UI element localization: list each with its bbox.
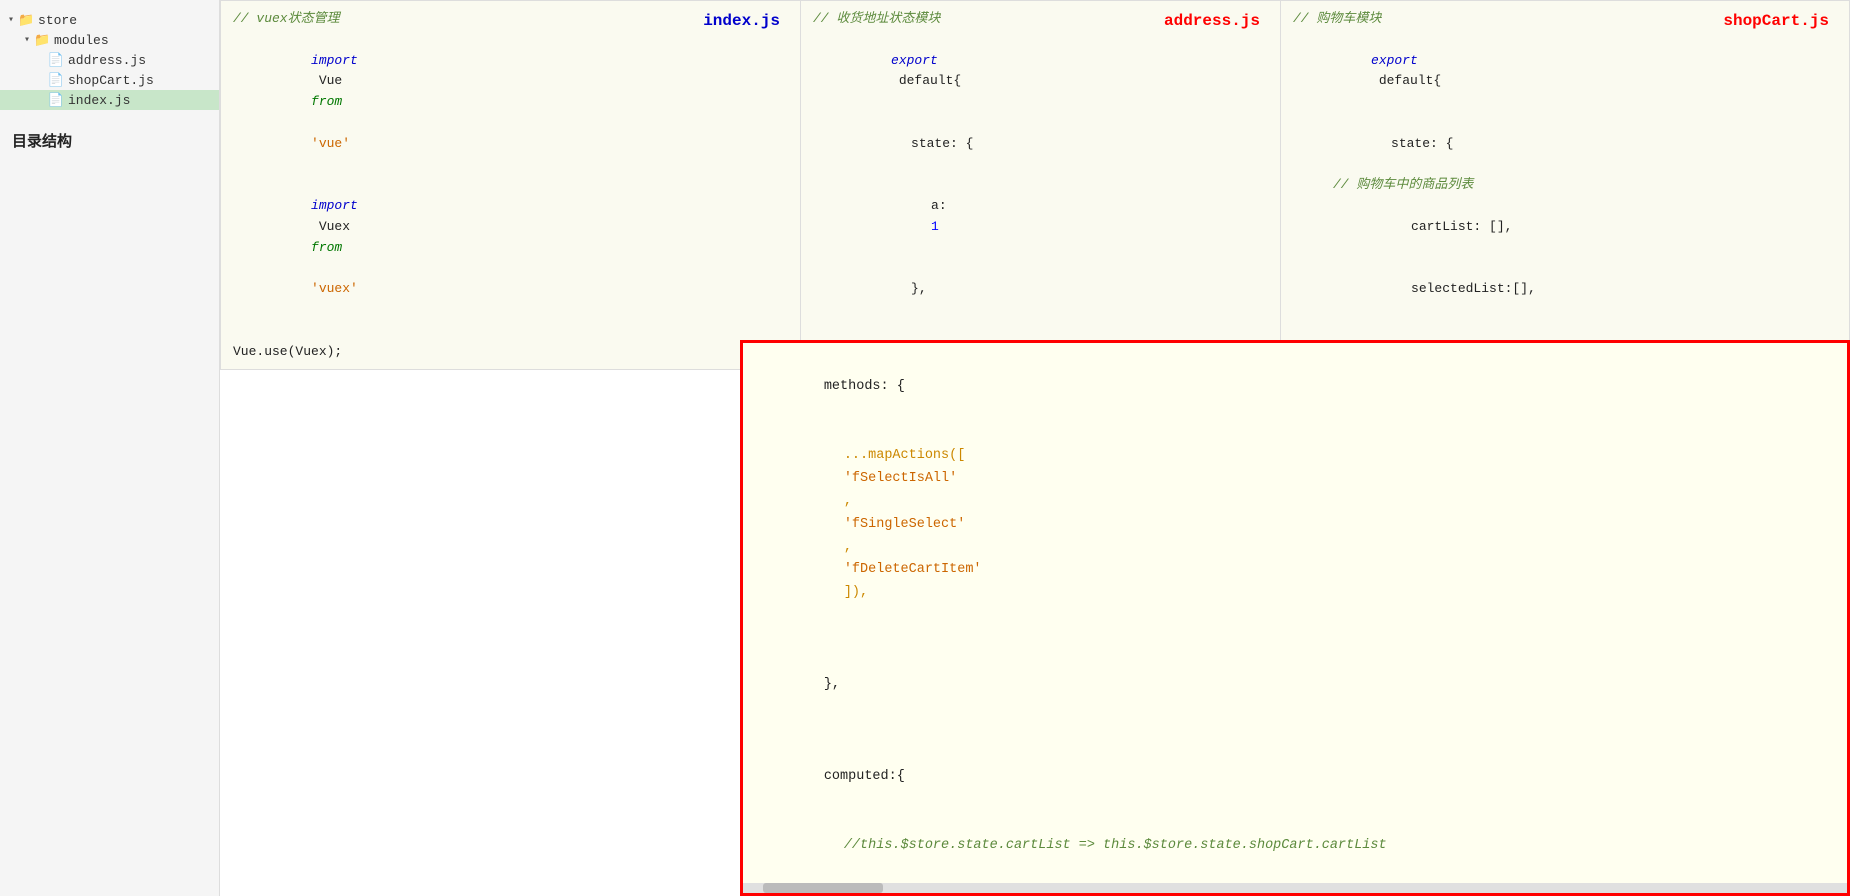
addr-line-2: export default{	[813, 30, 1268, 113]
sc-cartlist-t: cartList: [],	[1411, 219, 1512, 234]
bp-blank2	[759, 720, 1831, 743]
code-area: index.js // vuex状态管理 import Vue from 'vu…	[220, 0, 1850, 896]
bottom-panel: methods: { ...mapActions([ 'fSelectIsAll…	[740, 340, 1850, 896]
addr-state-close-t: },	[911, 281, 927, 296]
bp-mapactions-close: ]),	[844, 585, 868, 600]
sc-default-t: default{	[1371, 73, 1441, 88]
main-layout: ▾ 📁 store ▾ 📁 modules 📄 address.js 📄 sho…	[0, 0, 1850, 896]
index-line-blank2	[233, 363, 788, 370]
sidebar-item-index[interactable]: 📄 index.js	[0, 90, 219, 110]
bp-mapactions-t: ...mapActions([	[844, 448, 966, 463]
index-label: index.js	[68, 93, 130, 108]
addr-state-close: },	[813, 259, 1268, 321]
addr-state: state: {	[813, 113, 1268, 175]
addr-state-text: state: {	[911, 136, 973, 151]
shopcart-file-icon: 📄	[48, 72, 64, 88]
bp-computed-t: computed:{	[824, 769, 905, 784]
bp-comment: //this.$store.state.cartList => this.$st…	[759, 812, 1831, 881]
sc-state: state: {	[1293, 113, 1837, 175]
sc-selectedlist-t: selectedList:[],	[1411, 281, 1536, 296]
sidebar-item-shopcart[interactable]: 📄 shopCart.js	[0, 70, 219, 90]
bottom-scrollbar[interactable]	[743, 883, 1847, 893]
sidebar-item-store[interactable]: ▾ 📁 store	[0, 10, 219, 30]
index-panel-title: index.js	[703, 9, 780, 35]
vuex-string: 'vuex'	[311, 281, 358, 296]
address-label: address.js	[68, 53, 146, 68]
from-2: from	[311, 240, 342, 255]
addr-default: default{	[891, 73, 961, 88]
sc-cartlist: cartList: [],	[1293, 196, 1837, 258]
address-panel: address.js // 收货地址状态模块 export default{ s…	[800, 0, 1280, 370]
bp-comma1: ,	[844, 494, 852, 509]
addr-a-val: 1	[931, 219, 939, 234]
bp-fdelete: 'fDeleteCartItem'	[844, 562, 982, 577]
sidebar-item-address[interactable]: 📄 address.js	[0, 50, 219, 70]
vue-string: 'vue'	[311, 136, 350, 151]
vue-name: Vue	[311, 73, 350, 88]
bp-computed: computed:{	[759, 743, 1831, 812]
store-label: store	[38, 13, 77, 28]
bp-comma2: ,	[844, 540, 860, 555]
index-panel: index.js // vuex状态管理 import Vue from 'vu…	[220, 0, 800, 370]
bp-methods-close: },	[759, 651, 1831, 720]
sc-export-kw: export	[1371, 53, 1418, 68]
kw-import-1: import	[311, 53, 358, 68]
kw-import-2: import	[311, 198, 358, 213]
index-line-3: import Vuex from 'vuex'	[233, 175, 788, 321]
bp-blank	[759, 628, 1831, 651]
modules-label: modules	[54, 33, 109, 48]
bp-methods-t: methods: {	[824, 379, 905, 394]
index-line-use: Vue.use(Vuex);	[233, 342, 788, 363]
modules-arrow: ▾	[24, 34, 30, 46]
bottom-scroll-thumb	[763, 883, 883, 893]
shopcart-panel: shopCart.js // 购物车模块 export default{ sta…	[1280, 0, 1850, 370]
dir-label: 目录结构	[0, 110, 219, 159]
top-panels: index.js // vuex状态管理 import Vue from 'vu…	[220, 0, 1850, 370]
address-panel-title: address.js	[1164, 9, 1260, 35]
sidebar-item-modules[interactable]: ▾ 📁 modules	[0, 30, 219, 50]
bp-methods: methods: {	[759, 353, 1831, 422]
address-file-icon: 📄	[48, 52, 64, 68]
bp-comment-t: //this.$store.state.cartList => this.$st…	[844, 838, 1387, 853]
index-file-icon: 📄	[48, 92, 64, 108]
from-1: from	[311, 94, 342, 109]
sidebar: ▾ 📁 store ▾ 📁 modules 📄 address.js 📄 sho…	[0, 0, 220, 896]
addr-a-key: a:	[931, 198, 954, 213]
bp-mapactions: ...mapActions([ 'fSelectIsAll' , 'fSingl…	[759, 422, 1831, 628]
space-2	[311, 261, 319, 276]
store-arrow: ▾	[8, 14, 14, 26]
sc-export: export default{	[1293, 30, 1837, 113]
bp-methods-close-t: },	[824, 677, 840, 692]
vuex-name: Vuex	[311, 219, 358, 234]
bp-fselect: 'fSelectIsAll'	[844, 471, 957, 486]
bp-fsingle: 'fSingleSelect'	[844, 517, 966, 532]
sc-comment2: // 购物车中的商品列表	[1293, 175, 1837, 196]
addr-a: a: 1	[813, 175, 1268, 258]
index-line-2: import Vue from 'vue'	[233, 30, 788, 176]
store-folder-icon: 📁	[18, 12, 34, 28]
index-line-blank1	[233, 321, 788, 342]
space-1	[311, 115, 319, 130]
sc-state-t: state: {	[1391, 136, 1453, 151]
addr-export: export	[891, 53, 938, 68]
sc-selectedlist: selectedList:[],	[1293, 259, 1837, 321]
modules-folder-icon: 📁	[34, 32, 50, 48]
shopcart-label: shopCart.js	[68, 73, 154, 88]
shopcart-panel-title: shopCart.js	[1723, 9, 1829, 35]
